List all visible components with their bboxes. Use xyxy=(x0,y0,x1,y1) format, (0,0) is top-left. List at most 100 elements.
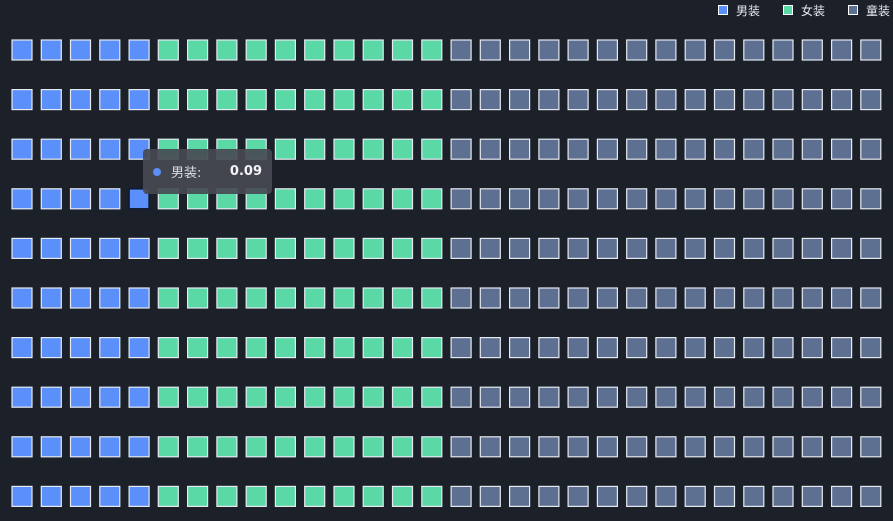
waffle-cell[interactable] xyxy=(421,39,443,61)
waffle-cell[interactable] xyxy=(772,188,794,210)
waffle-cell[interactable] xyxy=(11,386,33,408)
waffle-cell[interactable] xyxy=(274,138,296,160)
waffle-cell[interactable] xyxy=(509,386,531,408)
waffle-cell[interactable] xyxy=(596,436,619,458)
waffle-cell[interactable] xyxy=(69,237,92,259)
waffle-cell[interactable] xyxy=(596,386,619,408)
waffle-cell[interactable] xyxy=(157,337,179,359)
waffle-cell[interactable] xyxy=(772,88,794,111)
waffle-cell[interactable] xyxy=(743,436,765,458)
waffle-cell[interactable] xyxy=(684,287,706,309)
waffle-cell[interactable] xyxy=(333,436,355,458)
waffle-cell[interactable] xyxy=(479,39,501,61)
waffle-cell[interactable] xyxy=(567,337,589,359)
waffle-cell[interactable] xyxy=(655,138,677,160)
waffle-cell[interactable] xyxy=(567,138,589,160)
waffle-cell[interactable] xyxy=(187,386,209,408)
waffle-cell[interactable] xyxy=(743,386,765,408)
waffle-cell[interactable] xyxy=(509,287,531,309)
waffle-cell[interactable] xyxy=(99,88,121,111)
waffle-cell[interactable] xyxy=(304,287,326,309)
waffle-cell[interactable] xyxy=(830,436,853,458)
waffle-cell[interactable] xyxy=(596,39,619,61)
waffle-cell[interactable] xyxy=(830,237,853,259)
waffle-cell[interactable] xyxy=(684,337,706,359)
waffle-cell[interactable] xyxy=(128,39,150,61)
waffle-cell[interactable] xyxy=(860,88,882,111)
waffle-cell[interactable] xyxy=(157,237,179,259)
waffle-cell[interactable] xyxy=(304,88,326,111)
waffle-cell[interactable] xyxy=(245,237,267,259)
waffle-cell[interactable] xyxy=(684,188,706,210)
waffle-cell[interactable] xyxy=(304,386,326,408)
waffle-cell[interactable] xyxy=(626,485,648,507)
waffle-cell[interactable] xyxy=(421,386,443,408)
waffle-cell[interactable] xyxy=(391,337,414,359)
waffle-cell[interactable] xyxy=(713,188,736,210)
waffle-cell[interactable] xyxy=(626,88,648,111)
waffle-cell[interactable] xyxy=(421,188,443,210)
waffle-cell[interactable] xyxy=(391,485,414,507)
waffle-cell[interactable] xyxy=(743,485,765,507)
waffle-cell[interactable] xyxy=(479,188,501,210)
waffle-cell[interactable] xyxy=(830,485,853,507)
waffle-cell[interactable] xyxy=(304,436,326,458)
waffle-cell[interactable] xyxy=(567,237,589,259)
waffle-cell[interactable] xyxy=(450,436,472,458)
waffle-cell[interactable] xyxy=(626,287,648,309)
waffle-cell[interactable] xyxy=(391,436,414,458)
waffle-cell[interactable] xyxy=(538,188,560,210)
waffle-cell[interactable] xyxy=(655,386,677,408)
waffle-cell[interactable] xyxy=(216,88,238,111)
waffle-cell[interactable] xyxy=(684,436,706,458)
waffle-cell[interactable] xyxy=(69,287,92,309)
waffle-cell[interactable] xyxy=(479,138,501,160)
waffle-cell[interactable] xyxy=(40,485,62,507)
waffle-cell[interactable] xyxy=(333,237,355,259)
waffle-cell[interactable] xyxy=(830,287,853,309)
waffle-cell[interactable] xyxy=(450,188,472,210)
waffle-cell[interactable] xyxy=(99,188,121,210)
waffle-cell[interactable] xyxy=(479,386,501,408)
waffle-cell[interactable] xyxy=(128,287,150,309)
waffle-cell[interactable] xyxy=(830,386,853,408)
waffle-cell[interactable] xyxy=(772,386,794,408)
waffle-cell[interactable] xyxy=(479,485,501,507)
waffle-cell[interactable] xyxy=(713,337,736,359)
waffle-cell[interactable] xyxy=(245,39,267,61)
waffle-cell[interactable] xyxy=(801,287,823,309)
waffle-cell[interactable] xyxy=(743,337,765,359)
waffle-cell[interactable] xyxy=(391,386,414,408)
waffle-cell[interactable] xyxy=(304,337,326,359)
waffle-cell[interactable] xyxy=(216,436,238,458)
waffle-cell[interactable] xyxy=(187,287,209,309)
waffle-cell[interactable] xyxy=(11,138,33,160)
waffle-cell[interactable] xyxy=(245,287,267,309)
waffle-cell[interactable] xyxy=(216,386,238,408)
waffle-cell[interactable] xyxy=(743,188,765,210)
waffle-cell[interactable] xyxy=(509,138,531,160)
waffle-cell[interactable] xyxy=(479,287,501,309)
waffle-cell[interactable] xyxy=(801,237,823,259)
waffle-cell[interactable] xyxy=(274,88,296,111)
waffle-cell[interactable] xyxy=(333,39,355,61)
waffle-cell[interactable] xyxy=(99,436,121,458)
waffle-cell[interactable] xyxy=(626,188,648,210)
waffle-cell[interactable] xyxy=(245,88,267,111)
waffle-cell[interactable] xyxy=(157,485,179,507)
waffle-cell[interactable] xyxy=(333,386,355,408)
waffle-cell[interactable] xyxy=(596,88,619,111)
waffle-cell[interactable] xyxy=(187,88,209,111)
waffle-cell[interactable] xyxy=(362,485,384,507)
waffle-cell[interactable] xyxy=(187,237,209,259)
waffle-cell[interactable] xyxy=(626,39,648,61)
waffle-cell[interactable] xyxy=(245,485,267,507)
waffle-cell[interactable] xyxy=(157,287,179,309)
waffle-cell[interactable] xyxy=(596,287,619,309)
waffle-cell[interactable] xyxy=(421,138,443,160)
waffle-cell[interactable] xyxy=(333,485,355,507)
waffle-cell[interactable] xyxy=(479,436,501,458)
waffle-cell[interactable] xyxy=(274,188,296,210)
waffle-cell[interactable] xyxy=(391,88,414,111)
waffle-cell[interactable] xyxy=(801,436,823,458)
